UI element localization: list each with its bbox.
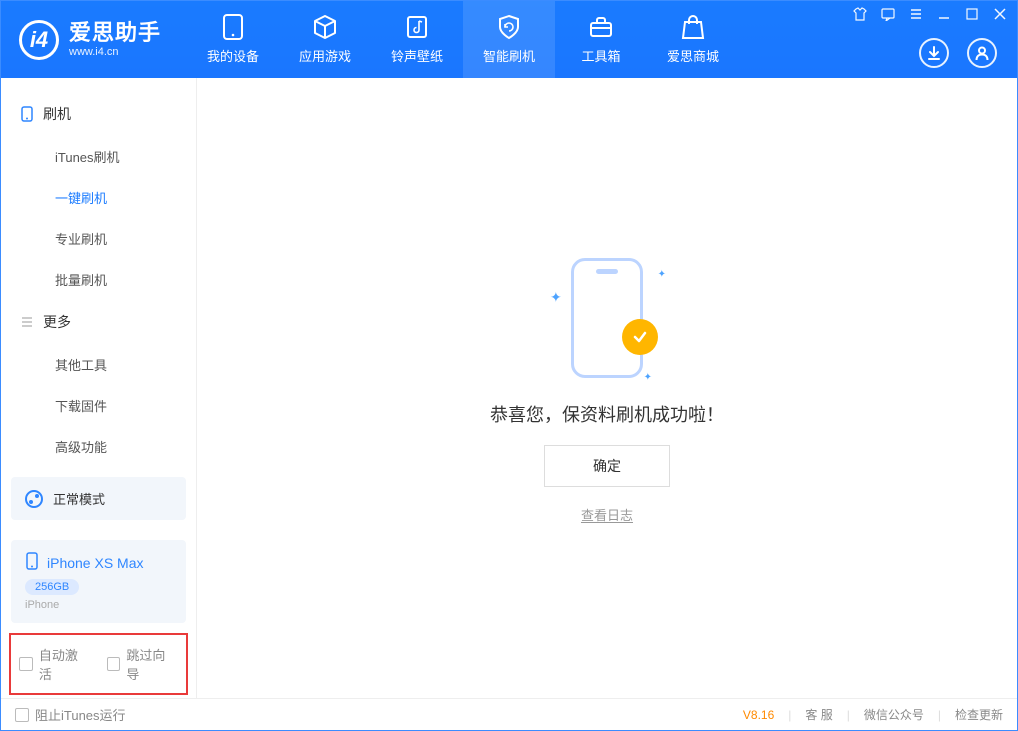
phone-outline-icon xyxy=(571,258,643,378)
logo-text: 爱思助手 www.i4.cn xyxy=(69,21,161,57)
nav: 刷机 iTunes刷机 一键刷机 专业刷机 批量刷机 更多 其他工具 下载固件 … xyxy=(1,78,196,467)
separator: | xyxy=(847,708,850,722)
nav-item-oneclick-flash[interactable]: 一键刷机 xyxy=(1,177,196,218)
window-controls xyxy=(853,7,1007,21)
content-area: ✦ ✦ ✦ 恭喜您，保资料刷机成功啦！ 确定 查看日志 xyxy=(197,78,1017,698)
view-log-link[interactable]: 查看日志 xyxy=(581,505,633,524)
checkbox-block-itunes[interactable]: 阻止iTunes运行 xyxy=(15,705,126,724)
toolbox-icon xyxy=(587,14,615,40)
tab-ringtone-wallpaper[interactable]: 铃声壁纸 xyxy=(371,1,463,78)
device-name: iPhone XS Max xyxy=(47,555,144,571)
menu-icon[interactable] xyxy=(909,7,923,21)
tab-toolbox[interactable]: 工具箱 xyxy=(555,1,647,78)
nav-section-label: 刷机 xyxy=(43,104,71,124)
flash-options-highlight: 自动激活 跳过向导 xyxy=(9,633,188,695)
device-icon xyxy=(219,14,247,40)
check-update-link[interactable]: 检查更新 xyxy=(955,706,1003,723)
tab-smart-flash[interactable]: 智能刷机 xyxy=(463,1,555,78)
footer-right: V8.16 | 客 服 | 微信公众号 | 检查更新 xyxy=(743,706,1003,723)
sparkle-icon: ✦ xyxy=(644,372,652,383)
logo-icon: i4 xyxy=(19,20,59,60)
tab-label: 工具箱 xyxy=(582,46,621,65)
tab-label: 爱思商城 xyxy=(667,46,719,65)
tab-my-device[interactable]: 我的设备 xyxy=(187,1,279,78)
maximize-button[interactable] xyxy=(965,7,979,21)
tab-store[interactable]: 爱思商城 xyxy=(647,1,739,78)
main-tabs: 我的设备 应用游戏 铃声壁纸 智能刷机 工具箱 爱思商城 xyxy=(187,1,739,78)
checkbox-skip-guide[interactable]: 跳过向导 xyxy=(107,645,179,683)
version-label: V8.16 xyxy=(743,708,774,722)
footer: 阻止iTunes运行 V8.16 | 客 服 | 微信公众号 | 检查更新 xyxy=(1,698,1017,730)
tab-label: 应用游戏 xyxy=(299,46,351,65)
nav-section-flash[interactable]: 刷机 xyxy=(1,92,196,136)
checkbox-label: 自动激活 xyxy=(39,645,91,683)
app-logo[interactable]: i4 爱思助手 www.i4.cn xyxy=(1,1,179,78)
device-type: iPhone xyxy=(25,599,172,611)
sidebar: 刷机 iTunes刷机 一键刷机 专业刷机 批量刷机 更多 其他工具 下载固件 … xyxy=(1,78,197,698)
header-actions xyxy=(919,38,997,68)
list-icon xyxy=(19,314,35,330)
header: i4 爱思助手 www.i4.cn 我的设备 应用游戏 铃声壁纸 智能刷机 工具… xyxy=(1,1,1017,78)
shield-refresh-icon xyxy=(495,14,523,40)
sparkle-icon: ✦ xyxy=(658,269,666,280)
sparkle-icon: ✦ xyxy=(550,289,562,306)
nav-item-download-firmware[interactable]: 下载固件 xyxy=(1,385,196,426)
tab-label: 智能刷机 xyxy=(483,46,535,65)
normal-mode-icon xyxy=(25,490,43,508)
cube-icon xyxy=(311,14,339,40)
success-illustration: ✦ ✦ ✦ xyxy=(542,253,672,383)
nav-section-more[interactable]: 更多 xyxy=(1,300,196,344)
check-badge-icon xyxy=(622,319,658,355)
feedback-icon[interactable] xyxy=(881,7,895,21)
checkbox-icon xyxy=(15,708,29,722)
music-note-icon xyxy=(403,14,431,40)
checkbox-icon xyxy=(107,657,121,671)
app-title-en: www.i4.cn xyxy=(69,46,161,58)
checkbox-auto-activate[interactable]: 自动激活 xyxy=(19,645,91,683)
tab-label: 铃声壁纸 xyxy=(391,46,443,65)
device-info-panel[interactable]: iPhone XS Max 256GB iPhone xyxy=(11,540,186,623)
nav-item-batch-flash[interactable]: 批量刷机 xyxy=(1,259,196,300)
phone-icon xyxy=(19,106,35,122)
phone-icon xyxy=(25,552,39,573)
separator: | xyxy=(938,708,941,722)
nav-section-label: 更多 xyxy=(43,312,71,332)
shirt-icon[interactable] xyxy=(853,7,867,21)
close-button[interactable] xyxy=(993,7,1007,21)
tab-label: 我的设备 xyxy=(207,46,259,65)
nav-item-itunes-flash[interactable]: iTunes刷机 xyxy=(1,136,196,177)
device-storage-badge: 256GB xyxy=(25,579,79,595)
tab-apps-games[interactable]: 应用游戏 xyxy=(279,1,371,78)
shopping-bag-icon xyxy=(679,14,707,40)
minimize-button[interactable] xyxy=(937,7,951,21)
separator: | xyxy=(788,708,791,722)
download-button[interactable] xyxy=(919,38,949,68)
nav-item-other-tools[interactable]: 其他工具 xyxy=(1,344,196,385)
checkbox-label: 跳过向导 xyxy=(126,645,178,683)
device-mode-label: 正常模式 xyxy=(53,489,105,508)
support-link[interactable]: 客 服 xyxy=(805,706,832,723)
body: 刷机 iTunes刷机 一键刷机 专业刷机 批量刷机 更多 其他工具 下载固件 … xyxy=(1,78,1017,698)
checkbox-label: 阻止iTunes运行 xyxy=(35,705,126,724)
user-account-button[interactable] xyxy=(967,38,997,68)
checkbox-icon xyxy=(19,657,33,671)
wechat-link[interactable]: 微信公众号 xyxy=(864,706,924,723)
nav-item-advanced[interactable]: 高级功能 xyxy=(1,426,196,467)
device-mode-panel[interactable]: 正常模式 xyxy=(11,477,186,520)
app-title-cn: 爱思助手 xyxy=(69,21,161,45)
nav-item-pro-flash[interactable]: 专业刷机 xyxy=(1,218,196,259)
success-message: 恭喜您，保资料刷机成功啦！ xyxy=(490,401,724,427)
ok-button[interactable]: 确定 xyxy=(544,445,670,487)
